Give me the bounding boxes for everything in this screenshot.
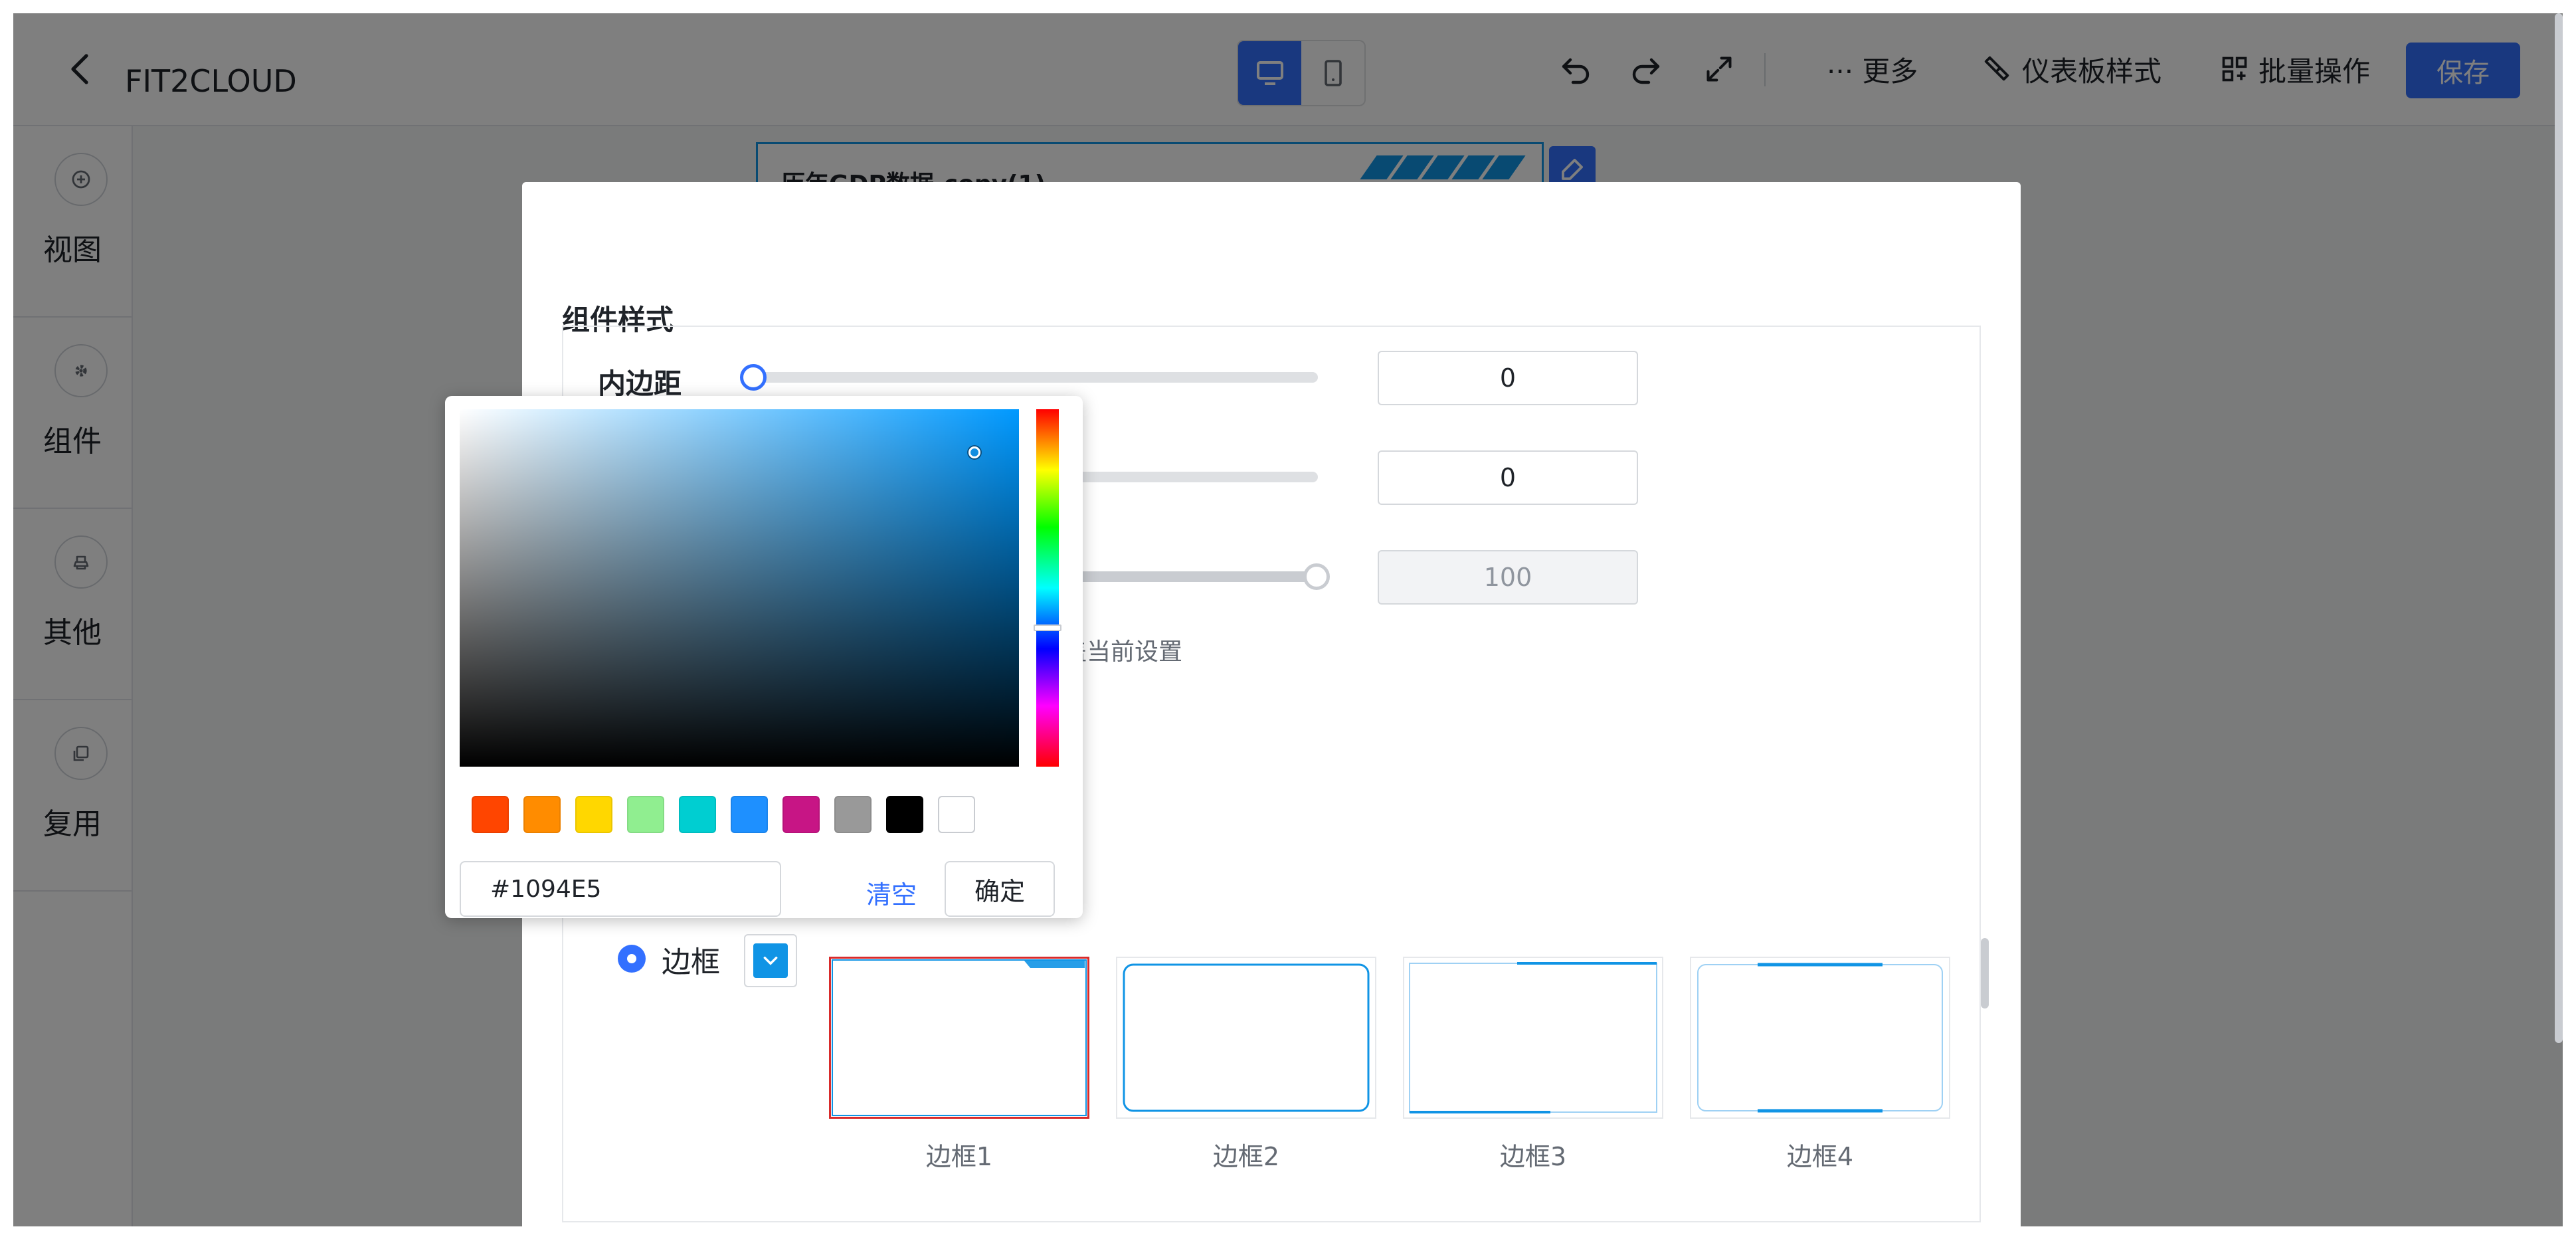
- frame-2-preview: [1123, 963, 1370, 1112]
- padding-slider-track[interactable]: [752, 372, 1318, 383]
- hue-slider[interactable]: [1036, 409, 1059, 767]
- frame-option-1[interactable]: [829, 957, 1089, 1119]
- saturation-cursor[interactable]: [968, 446, 980, 458]
- color-swatch[interactable]: [472, 796, 509, 833]
- frame-3-preview: [1409, 962, 1657, 1113]
- color-swatch[interactable]: [938, 796, 975, 833]
- color-swatch[interactable]: [523, 796, 561, 833]
- color-swatch[interactable]: [834, 796, 872, 833]
- frame-option-4[interactable]: [1690, 957, 1950, 1119]
- frame-label-1: 边框1: [925, 1142, 993, 1171]
- padding-input[interactable]: 0: [1378, 351, 1638, 405]
- panel-scrollbar[interactable]: [1981, 938, 1989, 1008]
- page-scrollbar[interactable]: [2555, 13, 2563, 1043]
- frame-label-3: 边框3: [1499, 1142, 1567, 1171]
- opacity-slider-thumb[interactable]: [1303, 563, 1330, 590]
- hex-input[interactable]: #1094E5: [460, 861, 781, 917]
- confirm-button[interactable]: 确定: [945, 861, 1055, 917]
- color-swatch[interactable]: [679, 796, 716, 833]
- border-color-trigger[interactable]: [744, 934, 797, 987]
- chevron-down-icon: [763, 956, 778, 965]
- color-swatch[interactable]: [886, 796, 923, 833]
- frame-option-2[interactable]: [1116, 957, 1376, 1119]
- hue-slider-thumb[interactable]: [1034, 624, 1061, 631]
- color-swatch[interactable]: [731, 796, 768, 833]
- color-swatch-current: [753, 943, 788, 978]
- padding-slider-thumb[interactable]: [740, 364, 767, 391]
- saturation-value-panel[interactable]: [460, 409, 1019, 767]
- color-swatch[interactable]: [782, 796, 820, 833]
- frame-1-preview: [832, 959, 1087, 1116]
- frame-option-3[interactable]: [1403, 957, 1663, 1119]
- opacity-input[interactable]: 100: [1378, 550, 1638, 605]
- border-radio[interactable]: [618, 945, 646, 973]
- frame-label-4: 边框4: [1786, 1142, 1854, 1171]
- frame-4-preview: [1697, 963, 1943, 1113]
- border-radio-label: 边框: [662, 945, 720, 979]
- color-swatch[interactable]: [575, 796, 612, 833]
- frame-label-2: 边框2: [1212, 1142, 1280, 1171]
- second-value-input[interactable]: 0: [1378, 450, 1638, 505]
- clear-button[interactable]: 清空: [866, 874, 917, 911]
- color-swatch[interactable]: [627, 796, 664, 833]
- color-picker-popover: #1094E5 清空 确定: [445, 396, 1083, 918]
